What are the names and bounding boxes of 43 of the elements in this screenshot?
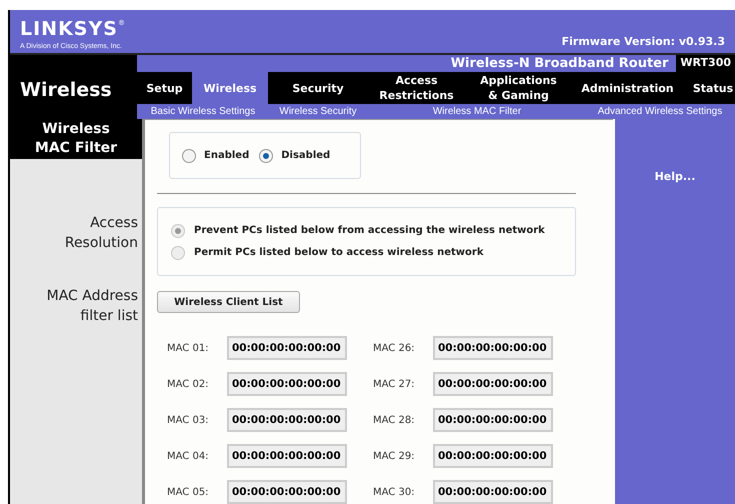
radio-button[interactable] xyxy=(171,224,185,238)
mac-address-field[interactable]: 00:00:00:00:00:00 xyxy=(433,408,553,432)
radio-button[interactable] xyxy=(182,148,196,162)
wireless-client-list-button[interactable]: Wireless Client List xyxy=(157,291,300,313)
model-number: WRT300 xyxy=(676,55,735,72)
mac-label: MAC 30: xyxy=(373,486,416,500)
mac-address-field[interactable]: 00:00:00:00:00:00 xyxy=(227,336,347,360)
mac-label: MAC 02: xyxy=(167,378,210,392)
mac-label: MAC 05: xyxy=(167,486,210,500)
sub-tab[interactable]: Wireless MAC Filter xyxy=(367,104,587,119)
mac-label: MAC 26: xyxy=(373,342,416,356)
radio-button[interactable] xyxy=(171,246,185,260)
radio-label: Enabled xyxy=(204,149,250,163)
sidebar-title: Wireless MAC Filter xyxy=(10,119,142,159)
mac-label: MAC 27: xyxy=(373,378,416,392)
mac-label: MAC 01: xyxy=(167,342,210,356)
radio-label: Disabled xyxy=(281,149,330,163)
mac-address-field[interactable]: 00:00:00:00:00:00 xyxy=(227,372,347,396)
mac-label: MAC 03: xyxy=(167,414,210,428)
radio-label: Permit PCs listed below to access wireless network xyxy=(194,246,484,260)
nav-tab[interactable]: Wireless xyxy=(192,72,268,104)
sub-tab[interactable]: Basic Wireless Settings xyxy=(137,104,269,119)
logo: LINKSYS xyxy=(20,20,118,39)
mac-address-field[interactable]: 00:00:00:00:00:00 xyxy=(433,336,553,360)
sub-tab[interactable]: Wireless Security xyxy=(269,104,367,119)
firmware-version: Firmware Version: v0.93.3 xyxy=(562,34,725,50)
mac-address-field[interactable]: 00:00:00:00:00:00 xyxy=(433,444,553,468)
section-title: Wireless xyxy=(10,55,137,119)
radio-label: Prevent PCs listed below from accessing the wireless network xyxy=(194,224,545,238)
help-link[interactable]: Help... xyxy=(654,169,696,186)
mac-label: MAC 04: xyxy=(167,450,210,464)
radio-button[interactable] xyxy=(259,148,274,162)
mac-address-field[interactable]: 00:00:00:00:00:00 xyxy=(227,480,347,504)
mac-label: MAC 28: xyxy=(373,414,416,428)
sidebar-label: Access Resolution xyxy=(64,214,139,253)
product-name: Wireless-N Broadband Router xyxy=(450,54,670,73)
mac-label: MAC 29: xyxy=(373,450,416,464)
sub-tab[interactable]: Advanced Wireless Settings xyxy=(587,104,733,119)
mac-address-field[interactable]: 00:00:00:00:00:00 xyxy=(227,444,347,468)
mac-address-field[interactable]: 00:00:00:00:00:00 xyxy=(433,372,553,396)
mac-address-field[interactable]: 00:00:00:00:00:00 xyxy=(227,408,347,432)
sidebar-label: MAC Address filter list xyxy=(46,287,139,326)
mac-address-field[interactable]: 00:00:00:00:00:00 xyxy=(433,480,553,504)
